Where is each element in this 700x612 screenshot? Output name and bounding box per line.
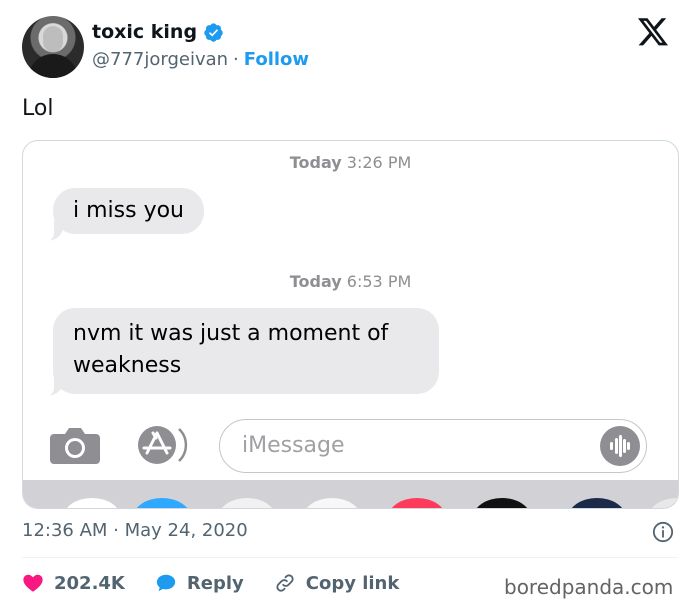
app-icon-navy bbox=[568, 498, 626, 508]
tweet-media-screenshot[interactable]: Today 3:26 PM i miss you Today 6:53 PM n… bbox=[22, 140, 679, 509]
app-icon-memoji bbox=[218, 498, 276, 508]
divider bbox=[22, 557, 678, 558]
copy-link-label: Copy link bbox=[305, 572, 400, 594]
app-icon-music bbox=[303, 498, 361, 508]
tweet-timestamp[interactable]: 12:36 AM · May 24, 2020 bbox=[22, 520, 248, 541]
app-store-icon bbox=[138, 426, 188, 464]
avatar[interactable] bbox=[22, 16, 84, 78]
timestamp-day: Today bbox=[289, 153, 342, 172]
copy-link-button[interactable]: Copy link bbox=[274, 572, 400, 594]
message-input: iMessage bbox=[219, 419, 647, 473]
app-icon-more bbox=[648, 498, 678, 508]
camera-icon bbox=[50, 428, 100, 464]
timestamp-day: Today bbox=[289, 272, 342, 291]
avatar-shoulders bbox=[28, 54, 78, 78]
message-bubble: nvm it was just a moment of weakness bbox=[53, 308, 439, 394]
separator-dot: · bbox=[233, 49, 239, 70]
reply-bubble-icon bbox=[156, 574, 176, 592]
avatar-face bbox=[43, 26, 63, 52]
like-button[interactable]: 202.4K bbox=[22, 572, 125, 594]
app-icon-photos bbox=[63, 498, 121, 508]
app-icon-black bbox=[473, 498, 531, 508]
link-icon bbox=[276, 574, 294, 592]
app-icon-digital-touch bbox=[388, 498, 446, 508]
info-icon[interactable] bbox=[652, 521, 674, 543]
watermark: boredpanda.com bbox=[504, 575, 674, 599]
user-handle[interactable]: @777jorgeivan bbox=[92, 49, 228, 70]
like-count: 202.4K bbox=[54, 572, 125, 594]
reply-label: Reply bbox=[186, 572, 244, 594]
message-input-placeholder: iMessage bbox=[242, 433, 345, 458]
timestamp-time: 3:26 PM bbox=[346, 153, 412, 172]
message-timestamp: Today 6:53 PM bbox=[23, 272, 678, 291]
reply-button[interactable]: Reply bbox=[155, 572, 244, 594]
tweet-text: Lol bbox=[22, 96, 54, 121]
app-icon-store bbox=[133, 498, 191, 508]
name-row: toxic king bbox=[92, 21, 224, 43]
app-drawer bbox=[23, 480, 678, 508]
display-name[interactable]: toxic king bbox=[92, 21, 197, 43]
message-bubble: i miss you bbox=[53, 188, 204, 234]
handle-row: @777jorgeivan · Follow bbox=[92, 49, 309, 70]
x-logo-icon[interactable] bbox=[638, 18, 668, 46]
message-timestamp: Today 3:26 PM bbox=[23, 153, 678, 172]
tweet-actions: 202.4K Reply Copy link bbox=[22, 572, 429, 594]
follow-button[interactable]: Follow bbox=[244, 49, 309, 70]
timestamp-time: 6:53 PM bbox=[346, 272, 412, 291]
heart-icon bbox=[23, 574, 43, 592]
verified-badge-icon bbox=[204, 22, 223, 42]
tweet-card: toxic king @777jorgeivan · Follow Lol To… bbox=[0, 0, 700, 612]
audio-waveform-icon bbox=[600, 426, 640, 466]
